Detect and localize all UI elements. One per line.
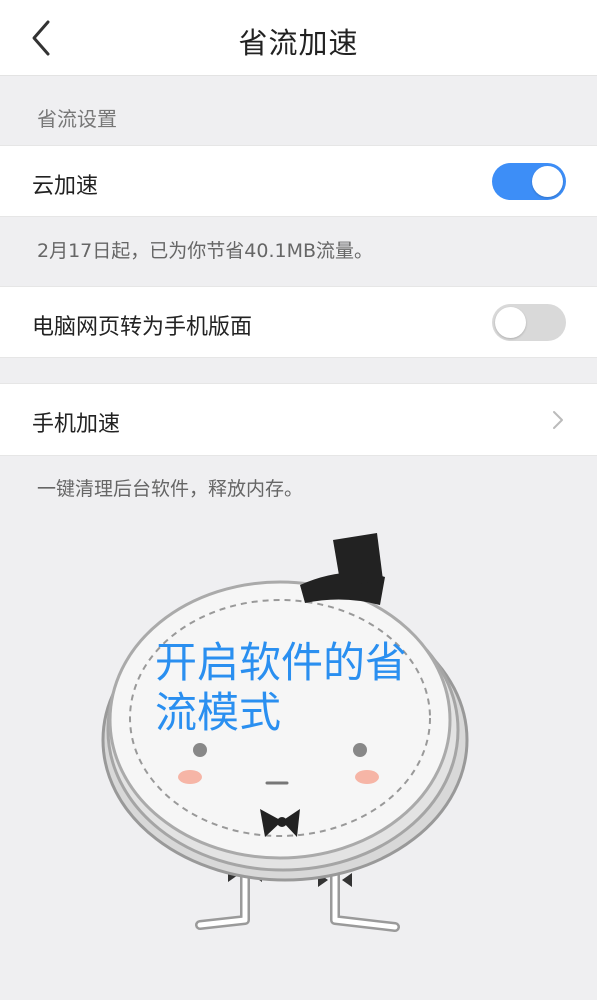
savings-note: 2月17日起，已为你节省40.1MB流量。 bbox=[37, 240, 373, 262]
cloud-acceleration-toggle[interactable] bbox=[492, 163, 566, 200]
cloud-acceleration-row[interactable]: 云加速 bbox=[0, 145, 597, 217]
cloud-acceleration-label: 云加速 bbox=[32, 174, 99, 199]
top-bar: 省流加速 bbox=[0, 0, 597, 76]
pc-to-mobile-label: 电脑网页转为手机版面 bbox=[32, 315, 253, 340]
phone-acceleration-row[interactable]: 手机加速 bbox=[0, 383, 597, 456]
chevron-right-icon bbox=[553, 411, 563, 429]
section-label: 省流设置 bbox=[37, 107, 117, 131]
toggle-knob bbox=[532, 166, 563, 197]
phone-acceleration-label: 手机加速 bbox=[32, 412, 121, 437]
pc-to-mobile-toggle[interactable] bbox=[492, 304, 566, 341]
mascot-caption: 开启软件的省流模式 bbox=[155, 638, 408, 737]
pc-to-mobile-row[interactable]: 电脑网页转为手机版面 bbox=[0, 286, 597, 358]
phone-acceleration-note: 一键清理后台软件，释放内存。 bbox=[37, 478, 304, 500]
page-title: 省流加速 bbox=[238, 26, 359, 60]
toggle-knob bbox=[495, 307, 526, 338]
